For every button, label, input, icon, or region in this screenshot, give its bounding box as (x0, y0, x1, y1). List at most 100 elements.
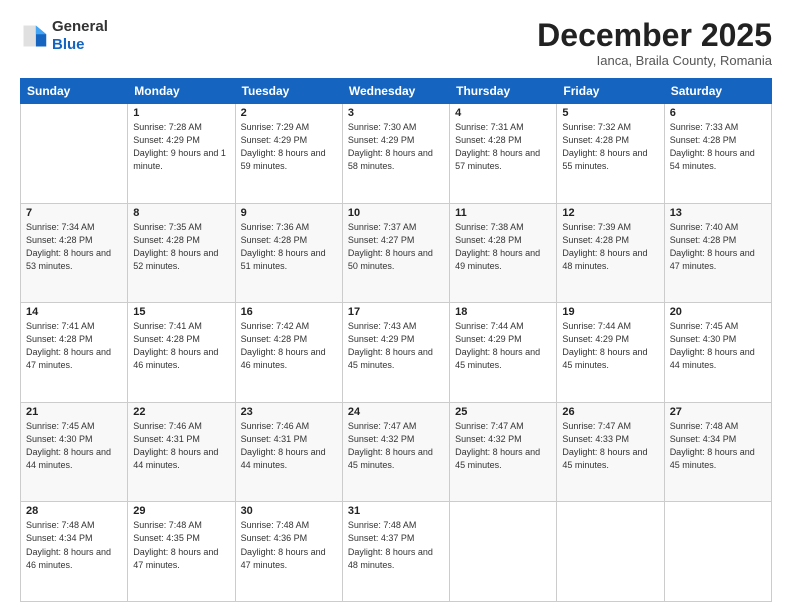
week-row-0: 1 Sunrise: 7:28 AM Sunset: 4:29 PM Daylig… (21, 104, 772, 204)
table-cell: 5 Sunrise: 7:32 AM Sunset: 4:28 PM Daylig… (557, 104, 664, 204)
day-number: 15 (133, 306, 229, 318)
page: General Blue December 2025 Ianca, Braila… (0, 0, 792, 612)
day-number: 28 (26, 505, 122, 517)
logo-icon (20, 22, 48, 50)
table-cell: 16 Sunrise: 7:42 AM Sunset: 4:28 PM Dayli… (235, 303, 342, 403)
day-info: Sunrise: 7:47 AM Sunset: 4:32 PM Dayligh… (455, 420, 551, 472)
table-cell (21, 104, 128, 204)
day-info: Sunrise: 7:28 AM Sunset: 4:29 PM Dayligh… (133, 121, 229, 173)
day-info: Sunrise: 7:46 AM Sunset: 4:31 PM Dayligh… (241, 420, 337, 472)
col-sunday: Sunday (21, 79, 128, 104)
table-cell: 24 Sunrise: 7:47 AM Sunset: 4:32 PM Dayli… (342, 402, 449, 502)
day-number: 30 (241, 505, 337, 517)
weekday-header-row: Sunday Monday Tuesday Wednesday Thursday… (21, 79, 772, 104)
logo-general-text: General (52, 18, 108, 35)
table-cell: 1 Sunrise: 7:28 AM Sunset: 4:29 PM Daylig… (128, 104, 235, 204)
day-info: Sunrise: 7:39 AM Sunset: 4:28 PM Dayligh… (562, 221, 658, 273)
calendar-table: Sunday Monday Tuesday Wednesday Thursday… (20, 78, 772, 602)
table-cell: 9Sunrise: 7:36 AM Sunset: 4:28 PM Daylig… (235, 203, 342, 303)
day-info: Sunrise: 7:43 AM Sunset: 4:29 PM Dayligh… (348, 320, 444, 372)
day-info: Sunrise: 7:46 AM Sunset: 4:31 PM Dayligh… (133, 420, 229, 472)
table-cell: 13Sunrise: 7:40 AM Sunset: 4:28 PM Dayli… (664, 203, 771, 303)
day-number: 6 (670, 107, 766, 119)
day-number: 21 (26, 406, 122, 418)
col-thursday: Thursday (450, 79, 557, 104)
table-cell: 4Sunrise: 7:31 AM Sunset: 4:28 PM Daylig… (450, 104, 557, 204)
title-area: December 2025 Ianca, Braila County, Roma… (537, 18, 772, 68)
table-cell: 14 Sunrise: 7:41 AM Sunset: 4:28 PM Dayli… (21, 303, 128, 403)
month-title: December 2025 (537, 18, 772, 53)
table-cell: 10Sunrise: 7:37 AM Sunset: 4:27 PM Dayli… (342, 203, 449, 303)
day-info: Sunrise: 7:44 AM Sunset: 4:29 PM Dayligh… (562, 320, 658, 372)
day-number: 11 (455, 207, 551, 219)
col-tuesday: Tuesday (235, 79, 342, 104)
logo-text: General Blue (52, 18, 108, 54)
col-wednesday: Wednesday (342, 79, 449, 104)
week-row-2: 14 Sunrise: 7:41 AM Sunset: 4:28 PM Dayli… (21, 303, 772, 403)
day-info: Sunrise: 7:40 AM Sunset: 4:28 PM Dayligh… (670, 221, 766, 273)
day-number: 3 (348, 107, 444, 119)
table-cell: 7 Sunrise: 7:34 AM Sunset: 4:28 PM Daylig… (21, 203, 128, 303)
col-friday: Friday (557, 79, 664, 104)
day-info: Sunrise: 7:31 AM Sunset: 4:28 PM Dayligh… (455, 121, 551, 173)
day-info: Sunrise: 7:47 AM Sunset: 4:33 PM Dayligh… (562, 420, 658, 472)
day-info: Sunrise: 7:47 AM Sunset: 4:32 PM Dayligh… (348, 420, 444, 472)
day-number: 7 (26, 207, 122, 219)
day-info: Sunrise: 7:38 AM Sunset: 4:28 PM Dayligh… (455, 221, 551, 273)
day-number: 10 (348, 207, 444, 219)
day-number: 27 (670, 406, 766, 418)
day-info: Sunrise: 7:48 AM Sunset: 4:36 PM Dayligh… (241, 519, 337, 571)
day-info: Sunrise: 7:44 AM Sunset: 4:29 PM Dayligh… (455, 320, 551, 372)
table-cell: 11 Sunrise: 7:38 AM Sunset: 4:28 PM Dayli… (450, 203, 557, 303)
table-cell: 12 Sunrise: 7:39 AM Sunset: 4:28 PM Dayli… (557, 203, 664, 303)
day-info: Sunrise: 7:32 AM Sunset: 4:28 PM Dayligh… (562, 121, 658, 173)
day-info: Sunrise: 7:33 AM Sunset: 4:28 PM Dayligh… (670, 121, 766, 173)
day-number: 22 (133, 406, 229, 418)
day-info: Sunrise: 7:45 AM Sunset: 4:30 PM Dayligh… (670, 320, 766, 372)
location-text: Ianca, Braila County, Romania (537, 53, 772, 68)
table-cell: 18 Sunrise: 7:44 AM Sunset: 4:29 PM Dayli… (450, 303, 557, 403)
week-row-1: 7 Sunrise: 7:34 AM Sunset: 4:28 PM Daylig… (21, 203, 772, 303)
table-cell: 30 Sunrise: 7:48 AM Sunset: 4:36 PM Dayli… (235, 502, 342, 602)
col-monday: Monday (128, 79, 235, 104)
day-info: Sunrise: 7:45 AM Sunset: 4:30 PM Dayligh… (26, 420, 122, 472)
day-info: Sunrise: 7:48 AM Sunset: 4:34 PM Dayligh… (670, 420, 766, 472)
day-info: Sunrise: 7:42 AM Sunset: 4:28 PM Dayligh… (241, 320, 337, 372)
day-info: Sunrise: 7:34 AM Sunset: 4:28 PM Dayligh… (26, 221, 122, 273)
table-cell: 19 Sunrise: 7:44 AM Sunset: 4:29 PM Dayli… (557, 303, 664, 403)
day-info: Sunrise: 7:41 AM Sunset: 4:28 PM Dayligh… (26, 320, 122, 372)
day-number: 19 (562, 306, 658, 318)
table-cell (557, 502, 664, 602)
header: General Blue December 2025 Ianca, Braila… (20, 18, 772, 68)
table-cell: 26 Sunrise: 7:47 AM Sunset: 4:33 PM Dayli… (557, 402, 664, 502)
table-cell: 21 Sunrise: 7:45 AM Sunset: 4:30 PM Dayli… (21, 402, 128, 502)
table-cell: 3Sunrise: 7:30 AM Sunset: 4:29 PM Daylig… (342, 104, 449, 204)
table-cell: 23 Sunrise: 7:46 AM Sunset: 4:31 PM Dayli… (235, 402, 342, 502)
table-cell: 25 Sunrise: 7:47 AM Sunset: 4:32 PM Dayli… (450, 402, 557, 502)
day-info: Sunrise: 7:48 AM Sunset: 4:37 PM Dayligh… (348, 519, 444, 571)
day-number: 26 (562, 406, 658, 418)
table-cell: 20 Sunrise: 7:45 AM Sunset: 4:30 PM Dayli… (664, 303, 771, 403)
day-info: Sunrise: 7:41 AM Sunset: 4:28 PM Dayligh… (133, 320, 229, 372)
day-number: 1 (133, 107, 229, 119)
day-number: 16 (241, 306, 337, 318)
table-cell: 15 Sunrise: 7:41 AM Sunset: 4:28 PM Dayli… (128, 303, 235, 403)
day-number: 25 (455, 406, 551, 418)
day-number: 2 (241, 107, 337, 119)
day-number: 12 (562, 207, 658, 219)
day-number: 24 (348, 406, 444, 418)
day-number: 18 (455, 306, 551, 318)
week-row-3: 21 Sunrise: 7:45 AM Sunset: 4:30 PM Dayli… (21, 402, 772, 502)
day-info: Sunrise: 7:35 AM Sunset: 4:28 PM Dayligh… (133, 221, 229, 273)
day-info: Sunrise: 7:48 AM Sunset: 4:34 PM Dayligh… (26, 519, 122, 571)
table-cell: 28 Sunrise: 7:48 AM Sunset: 4:34 PM Dayli… (21, 502, 128, 602)
day-number: 14 (26, 306, 122, 318)
day-number: 17 (348, 306, 444, 318)
day-number: 23 (241, 406, 337, 418)
day-number: 20 (670, 306, 766, 318)
day-number: 31 (348, 505, 444, 517)
day-number: 5 (562, 107, 658, 119)
day-number: 29 (133, 505, 229, 517)
table-cell (450, 502, 557, 602)
day-info: Sunrise: 7:48 AM Sunset: 4:35 PM Dayligh… (133, 519, 229, 571)
